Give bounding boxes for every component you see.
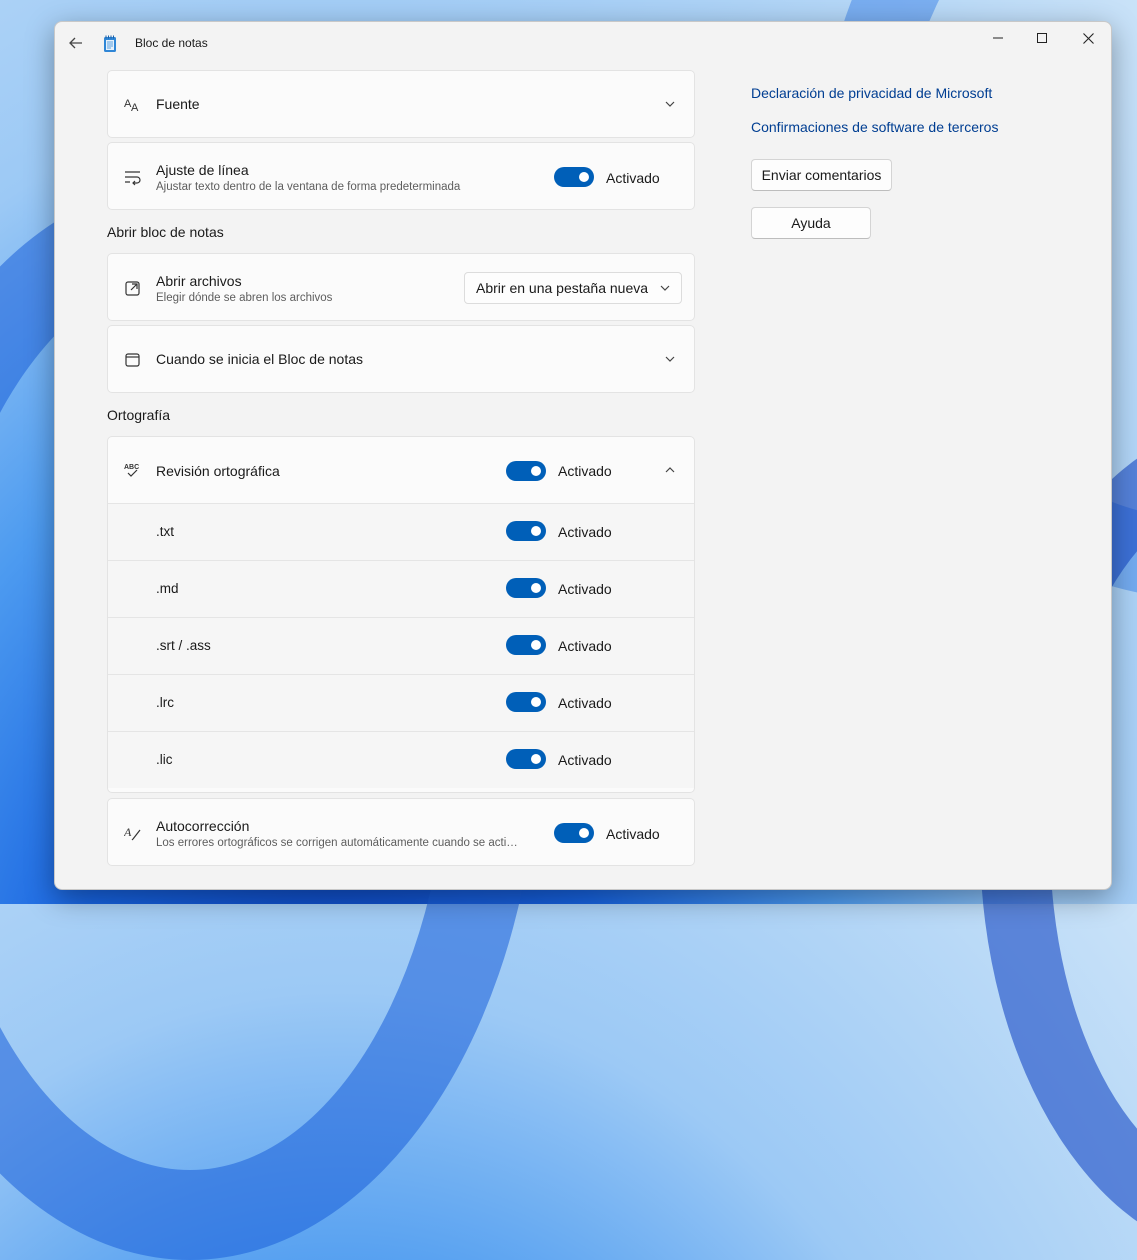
autocorrect-state: Activado [606, 826, 660, 842]
spell-row-lic: .lic Activado [108, 731, 694, 788]
section-spelling: Ortografía [107, 407, 171, 423]
spell-row-toggle[interactable] [506, 521, 546, 541]
autocorrect-toggle[interactable] [554, 823, 594, 843]
word-wrap-card: Ajuste de línea Ajustar texto dentro de … [107, 142, 695, 210]
startup-card[interactable]: Cuando se inicia el Bloc de notas [107, 325, 695, 393]
spellcheck-state: Activado [558, 463, 612, 479]
minimize-icon [993, 37, 1003, 39]
privacy-link[interactable]: Declaración de privacidad de Microsoft [751, 85, 992, 101]
settings-window: Bloc de notas AA Fuente Ajuste de línea … [54, 21, 1112, 890]
window-icon [124, 351, 142, 369]
svg-text:A: A [131, 102, 139, 113]
spell-row-state: Activado [558, 581, 612, 597]
open-files-label: Abrir archivos [156, 273, 242, 289]
word-wrap-state: Activado [606, 170, 660, 186]
autocorrect-icon: A [124, 824, 142, 842]
svg-text:A: A [124, 825, 132, 839]
open-files-dropdown[interactable]: Abrir en una pestaña nueva [464, 272, 682, 304]
spell-row-state: Activado [558, 752, 612, 768]
close-icon [1082, 32, 1094, 44]
spellcheck-toggle[interactable] [506, 461, 546, 481]
spell-row-label: .lic [156, 752, 173, 767]
spell-row-md: .md Activado [108, 560, 694, 617]
spellcheck-card: ABC Revisión ortográfica Activado .txt A… [107, 436, 695, 793]
spellcheck-header[interactable]: ABC Revisión ortográfica Activado [108, 437, 694, 503]
word-wrap-icon [124, 168, 142, 186]
spell-row-srt: .srt / .ass Activado [108, 617, 694, 674]
open-files-selected: Abrir en una pestaña nueva [476, 280, 649, 296]
startup-label: Cuando se inicia el Bloc de notas [156, 351, 364, 367]
spell-row-label: .md [156, 581, 179, 596]
spell-row-state: Activado [558, 695, 612, 711]
spell-row-state: Activado [558, 524, 612, 540]
send-feedback-button[interactable]: Enviar comentarios [751, 159, 892, 191]
spell-row-toggle[interactable] [506, 635, 546, 655]
autocorrect-label: Autocorrección [156, 818, 250, 834]
autocorrect-card: A Autocorrección Los errores ortográfico… [107, 798, 695, 866]
font-card[interactable]: AA Fuente [107, 70, 695, 138]
chevron-down-icon [660, 285, 670, 291]
back-button[interactable] [63, 30, 89, 56]
spell-row-toggle[interactable] [506, 749, 546, 769]
title-bar: Bloc de notas [55, 22, 1111, 64]
open-external-icon [124, 279, 142, 297]
autocorrect-desc: Los errores ortográficos se corrigen aut… [156, 837, 518, 849]
font-label: Fuente [156, 96, 200, 112]
spellcheck-icon: ABC [124, 461, 142, 479]
chevron-up-icon [665, 467, 675, 473]
spell-row-label: .srt / .ass [156, 638, 211, 653]
open-files-desc: Elegir dónde se abren los archivos [156, 292, 333, 304]
spell-row-state: Activado [558, 638, 612, 654]
spellcheck-label: Revisión ortográfica [156, 463, 280, 479]
back-arrow-icon [69, 37, 82, 49]
maximize-button[interactable] [1019, 22, 1065, 54]
notepad-app-icon [104, 35, 116, 52]
font-icon: AA [124, 95, 142, 113]
maximize-icon [1037, 33, 1047, 43]
minimize-button[interactable] [975, 22, 1021, 54]
open-files-card: Abrir archivos Elegir dónde se abren los… [107, 253, 695, 321]
word-wrap-label: Ajuste de línea [156, 162, 249, 178]
word-wrap-toggle[interactable] [554, 167, 594, 187]
spell-row-label: .lrc [156, 695, 174, 710]
thirdparty-link[interactable]: Confirmaciones de software de terceros [751, 119, 998, 135]
spell-row-lrc: .lrc Activado [108, 674, 694, 731]
spell-row-toggle[interactable] [506, 578, 546, 598]
close-button[interactable] [1065, 22, 1111, 54]
chevron-down-icon [665, 101, 675, 107]
chevron-down-icon [665, 356, 675, 362]
section-open-notepad: Abrir bloc de notas [107, 224, 224, 240]
spell-row-txt: .txt Activado [108, 503, 694, 560]
window-title: Bloc de notas [135, 36, 208, 50]
spell-row-toggle[interactable] [506, 692, 546, 712]
spell-row-label: .txt [156, 524, 175, 539]
help-button[interactable]: Ayuda [751, 207, 871, 239]
word-wrap-desc: Ajustar texto dentro de la ventana de fo… [156, 181, 461, 193]
